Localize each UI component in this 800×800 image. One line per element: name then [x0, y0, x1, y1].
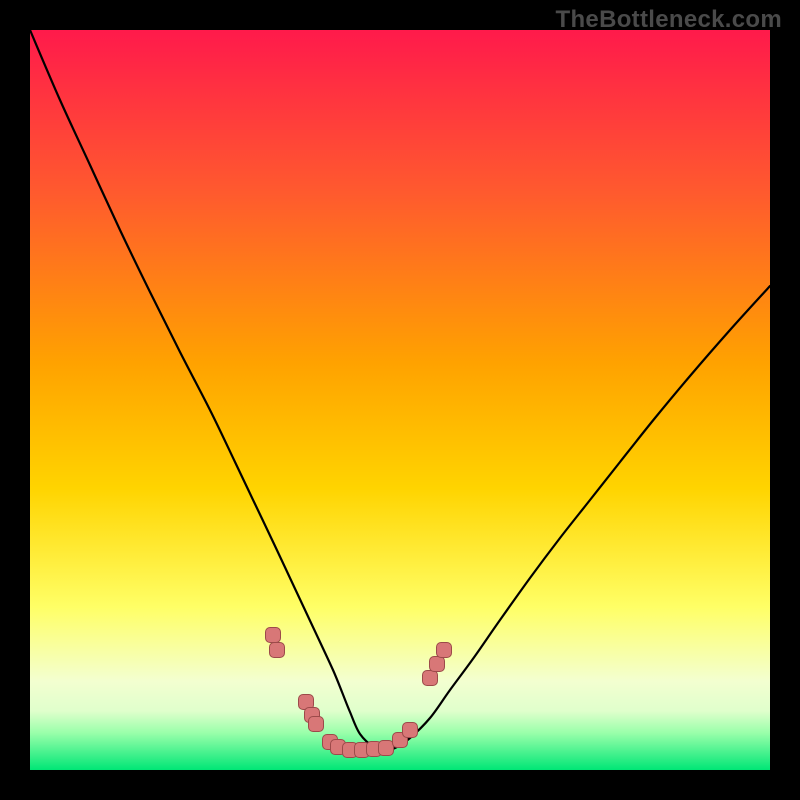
marker-trough-6: [379, 741, 394, 756]
marker-right-upper-2: [430, 657, 445, 672]
marker-left-upper-pair2: [270, 643, 285, 658]
marker-left-upper-pair: [266, 628, 281, 643]
marker-edge-right-2: [403, 723, 418, 738]
marker-right-upper-1: [423, 671, 438, 686]
chart-svg: [30, 30, 770, 770]
marker-right-upper-3: [437, 643, 452, 658]
marker-edge-left-3: [309, 717, 324, 732]
heatmap-background: [30, 30, 770, 770]
plot-area: [30, 30, 770, 770]
chart-frame: TheBottleneck.com: [0, 0, 800, 800]
